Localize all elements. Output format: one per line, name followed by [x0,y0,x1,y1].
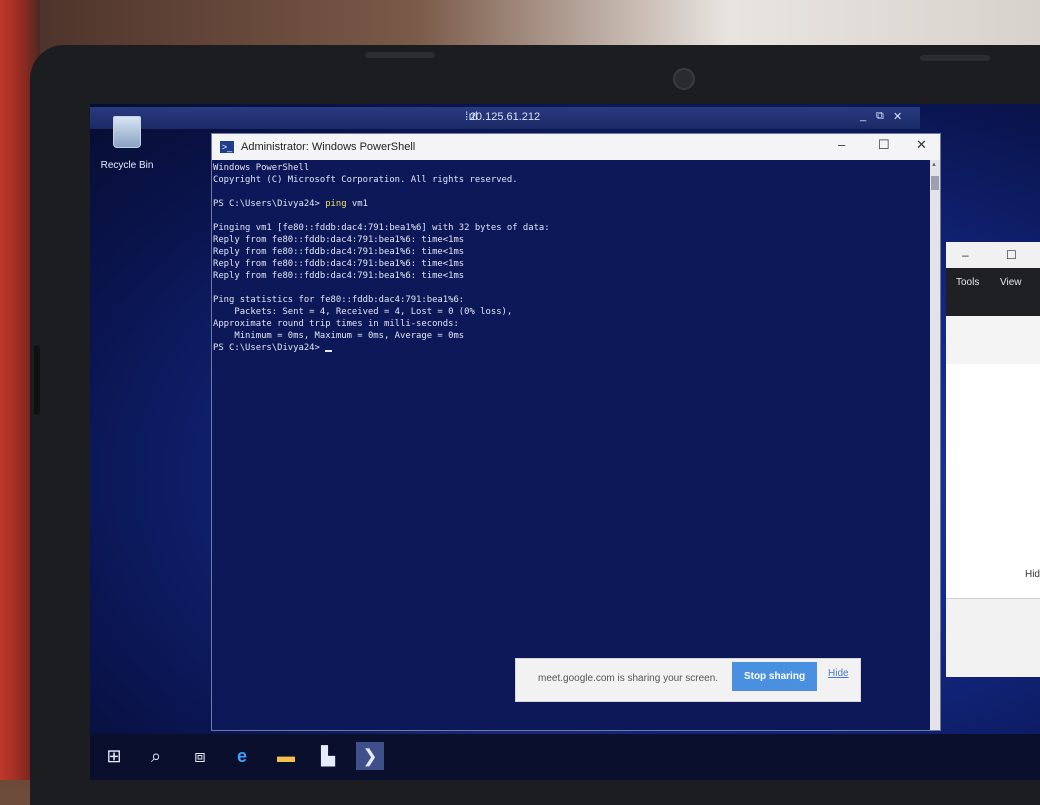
scrollbar-thumb[interactable] [931,176,939,190]
edge-browser-icon[interactable]: e [228,742,256,770]
scroll-up-icon[interactable]: ▲ [931,162,937,168]
menu-tools[interactable]: Tools [956,277,979,288]
bezel-notch-right [920,55,990,61]
prompt: PS C:\Users\Divya24> [213,343,326,353]
text-cursor [325,350,333,352]
screen-share-banner: meet.google.com is sharing your screen. … [515,658,861,702]
console-line: Minimum = 0ms, Maximum = 0ms, Average = … [213,331,465,341]
file-explorer-icon[interactable]: ▬ [272,742,300,770]
hide-link[interactable]: Hide [828,668,849,679]
powershell-window[interactable]: >_ Administrator: Windows PowerShell – ☐… [211,133,941,731]
console-line: Copyright (C) Microsoft Corporation. All… [213,175,518,185]
console-line: Approximate round trip times in milli-se… [213,319,459,329]
console-line: Reply from fe80::fddb:dac4:791:bea1%6: t… [213,259,465,269]
webcam [673,68,695,90]
search-icon[interactable]: ⌕ [142,742,170,770]
prompt: PS C:\Users\Divya24> [213,199,326,209]
background-window-titlebar: – ☐ [946,242,1040,268]
command-argument: vm1 [346,199,368,209]
background-window-footer [946,598,1040,677]
minimize-icon[interactable]: – [838,137,845,152]
bezel-notch [365,52,435,58]
command-keyword: ping [325,199,347,209]
console-line: Packets: Sent = 4, Received = 4, Lost = … [213,307,513,317]
screen: ⁞ııl 20.125.61.212 _ ⧉ ✕ Recycle Bin – ☐… [90,104,1040,780]
remote-ip: 20.125.61.212 [469,111,541,123]
vertical-scrollbar[interactable]: ▲ [930,160,940,730]
console-line: Reply from fe80::fddb:dac4:791:bea1%6: t… [213,247,465,257]
task-view-icon[interactable]: ⧈ [186,742,214,770]
close-remote-icon[interactable]: ✕ [893,110,902,123]
taskbar: ⊞ ⌕ ⧈ e ▬ ▙ ❯ [90,734,1040,780]
maximize-icon[interactable]: ☐ [1006,248,1017,262]
background-window-body: Hid [946,364,1040,677]
console-line: Reply from fe80::fddb:dac4:791:bea1%6: t… [213,271,465,281]
background-window-band [946,316,1040,365]
restore-remote-icon[interactable]: ⧉ [876,110,884,123]
recycle-bin[interactable]: Recycle Bin [96,116,158,171]
stop-sharing-button[interactable]: Stop sharing [732,662,817,691]
console-output[interactable]: Windows PowerShell Copyright (C) Microso… [212,160,930,730]
minimize-remote-icon[interactable]: _ [860,110,866,122]
maximize-icon[interactable]: ☐ [878,137,890,153]
background-window-menu: Tools View [946,268,1040,316]
console-line: Pinging vm1 [fe80::fddb:dac4:791:bea1%6]… [213,223,550,233]
windows-start-icon[interactable]: ⊞ [100,742,128,770]
console-line: Ping statistics for fe80::fddb:dac4:791:… [213,295,465,305]
powershell-taskbar-icon[interactable]: ❯ [356,742,384,770]
powershell-icon: >_ [220,141,234,153]
window-title: Administrator: Windows PowerShell [241,141,416,153]
server-manager-icon[interactable]: ▙ [314,742,342,770]
menu-view[interactable]: View [1000,277,1022,288]
console-line: Reply from fe80::fddb:dac4:791:bea1%6: t… [213,235,465,245]
hide-label-truncated[interactable]: Hid [1025,569,1040,580]
close-icon[interactable]: ✕ [916,137,927,153]
minimize-icon[interactable]: – [962,248,969,262]
powershell-titlebar: >_ Administrator: Windows PowerShell – ☐… [212,134,940,160]
remote-connection-bar: ⁞ııl 20.125.61.212 _ ⧉ ✕ [90,107,920,129]
console-line: Windows PowerShell [213,163,310,173]
background-window[interactable]: – ☐ Tools View Hid [946,242,1040,677]
recycle-bin-icon [113,116,141,148]
recycle-bin-label: Recycle Bin [100,160,154,171]
share-message: meet.google.com is sharing your screen. [538,673,719,684]
laptop-side-button [34,345,40,415]
